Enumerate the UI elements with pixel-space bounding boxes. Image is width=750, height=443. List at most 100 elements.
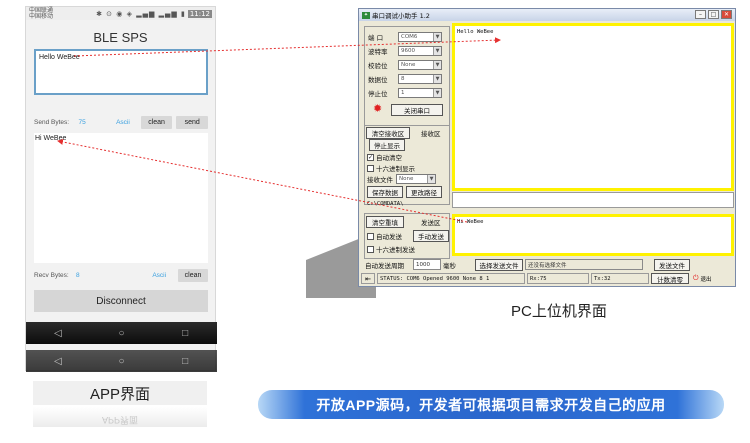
parity-select[interactable]: None ▼ (398, 59, 442, 70)
hex-send-label: 十六进制发送 (376, 246, 415, 254)
window-titlebar: ✦ 串口调试小助手 1.2 – □ ✕ (359, 9, 735, 21)
clean-send-button[interactable]: clean (140, 115, 173, 129)
pc-send-text: Hi WeBee (457, 219, 484, 225)
pc-received-text: Hello WeBee (457, 29, 494, 35)
select-value: None (399, 176, 414, 182)
back-icon-reflection: ◁ (53, 355, 62, 367)
phone-status-bar: 中国联通 中国移动 ✱ ⊙ ◉ ◈ ▂▄▆ ▂▄▆ ▮ 11:12 (26, 7, 215, 20)
rx-count: Rx:75 (527, 273, 589, 284)
checkbox-unchecked[interactable] (367, 232, 374, 240)
select-value: 8 (401, 75, 405, 82)
received-text: Hello WeBee (39, 54, 80, 61)
recv-bytes-row: Recv Bytes: 8 Ascii clean (34, 268, 208, 282)
setting-row-parity: 校验位 None ▼ (368, 59, 442, 70)
home-icon-reflection: ○ (118, 355, 125, 367)
recent-apps-icon[interactable]: □ (173, 328, 197, 339)
stopbits-select[interactable]: 1 ▼ (398, 87, 442, 98)
checkbox-unchecked[interactable] (367, 164, 374, 172)
send-ascii-toggle[interactable]: Ascii (108, 119, 138, 126)
hex-send-checkbox[interactable]: 十六进制发送 (367, 244, 415, 254)
carrier-label-2: 中国移动 (29, 12, 54, 20)
setting-row-baud: 波特率 9600 ▼ (368, 45, 442, 56)
pc-receive-area[interactable]: Hello WeBee (452, 23, 734, 191)
change-path-button[interactable]: 更改路径 (406, 186, 442, 198)
close-icon[interactable]: ✕ (721, 10, 732, 19)
status-arrow-icon: ⇤ (361, 273, 375, 284)
checkbox-unchecked[interactable] (367, 245, 374, 253)
reset-count-button[interactable]: 计数清零 (651, 273, 689, 284)
send-bytes-label: Send Bytes: (34, 118, 70, 126)
maximize-icon[interactable]: □ (708, 10, 719, 19)
hex-display-label: 十六进制显示 (376, 165, 415, 173)
auto-clear-checkbox[interactable]: ✓ 自动清空 (367, 152, 402, 162)
feature-banner: 开放APP源码，开发者可根据项目需求开发自己的应用 (258, 390, 724, 419)
status-text: STATUS: COM6 Opened 9600 None 8 1 (377, 273, 525, 284)
setting-label: 停止位 (368, 89, 388, 98)
manual-send-button[interactable]: 手动发送 (413, 230, 449, 242)
exit-label: 退出 (700, 276, 712, 283)
serial-assistant-window: ✦ 串口调试小助手 1.2 – □ ✕ 端 口 COM6 ▼ 波特率 9600 ▼ … (358, 8, 736, 287)
status-icons: ✱ ⊙ ◉ ◈ ▂▄▆ ▂▄▆ ▮ (96, 9, 186, 18)
setting-label: 校验位 (368, 61, 388, 70)
nav-bar-reflection: ◁ ○ □ (26, 350, 217, 372)
pc-caption: PC上位机界面 (511, 303, 607, 320)
chevron-down-icon: ▼ (433, 46, 441, 55)
auto-send-checkbox[interactable]: 自动发送 (367, 231, 402, 241)
send-input[interactable]: Hi WeBee (34, 133, 208, 263)
setting-label: 数据位 (368, 75, 388, 84)
phone-screen: 中国联通 中国移动 ✱ ⊙ ◉ ◈ ▂▄▆ ▂▄▆ ▮ 11:12 BLE SP… (25, 6, 217, 372)
back-icon[interactable]: ◁ (46, 328, 70, 339)
app-caption: APP界面 (33, 381, 207, 405)
send-area-label: 发送区 (421, 219, 441, 227)
receive-scroll-area[interactable] (452, 192, 734, 208)
recent-apps-icon-reflection: □ (182, 355, 189, 367)
recv-file-row: 接收文件 None ▼ (367, 174, 436, 184)
port-select[interactable]: COM6 ▼ (398, 31, 442, 42)
stop-display-button[interactable]: 停止显示 (369, 139, 405, 151)
clear-receive-button[interactable]: 清空接收区 (366, 127, 410, 139)
exit-button[interactable]: ⏻ 退出 (691, 273, 729, 284)
clean-recv-button[interactable]: clean (178, 268, 208, 282)
minimize-icon[interactable]: – (695, 10, 706, 19)
receive-area-label: 接收区 (421, 130, 441, 138)
recv-ascii-toggle[interactable]: Ascii (143, 272, 175, 279)
app-icon: ✦ (362, 11, 370, 19)
chevron-down-icon: ▼ (433, 74, 441, 83)
baud-select[interactable]: 9600 ▼ (398, 45, 442, 56)
auto-period-input[interactable]: 1000 (413, 259, 441, 270)
tx-count: Tx:32 (591, 273, 649, 284)
send-button[interactable]: send (176, 115, 208, 129)
hex-display-checkbox[interactable]: 十六进制显示 (367, 163, 415, 173)
select-value: None (401, 61, 416, 68)
recv-bytes-value: 8 (76, 271, 80, 279)
disconnect-button[interactable]: Disconnect (34, 290, 208, 312)
status-time: 11:12 (187, 9, 212, 18)
received-data-box[interactable]: Hello WeBee (34, 49, 208, 95)
close-port-button[interactable]: 关闭串口 (391, 104, 443, 116)
auto-clear-label: 自动清空 (376, 154, 402, 162)
send-file-button[interactable]: 发送文件 (654, 259, 690, 271)
pc-send-area[interactable]: Hi WeBee (452, 214, 734, 256)
carrier-labels: 中国联通 中国移动 (29, 7, 54, 20)
auto-period-label: 自动发送周期 (365, 261, 404, 270)
setting-label: 端 口 (368, 33, 384, 42)
databits-select[interactable]: 8 ▼ (398, 73, 442, 84)
send-file-path: 还没有选择文件 (525, 259, 643, 270)
clear-resend-button[interactable]: 清空重填 (366, 216, 404, 228)
setting-row-stopbits: 停止位 1 ▼ (368, 87, 442, 98)
select-value: COM6 (401, 33, 418, 40)
exit-icon: ⏻ (693, 274, 699, 282)
setting-row-databits: 数据位 8 ▼ (368, 73, 442, 84)
recv-bytes-label: Recv Bytes: (34, 271, 69, 279)
setting-label: 波特率 (368, 47, 388, 56)
send-text: Hi WeBee (35, 135, 67, 142)
select-send-file-button[interactable]: 选择发送文件 (475, 259, 523, 271)
ms-label: 毫秒 (443, 261, 456, 270)
recv-file-select[interactable]: None ▼ (396, 174, 436, 184)
window-title: 串口调试小助手 1.2 (372, 12, 430, 20)
home-icon[interactable]: ○ (109, 328, 133, 339)
save-data-button[interactable]: 保存数据 (367, 186, 403, 198)
checkbox-checked[interactable]: ✓ (367, 153, 374, 161)
chevron-down-icon: ▼ (433, 32, 441, 41)
send-bytes-value: 75 (78, 118, 86, 126)
